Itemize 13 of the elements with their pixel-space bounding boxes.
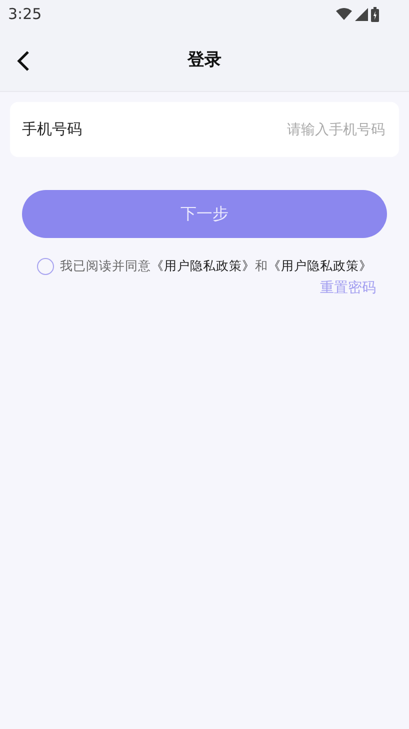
phone-field[interactable]: 手机号码 请输入手机号码 [10,102,399,157]
wifi-icon [336,8,352,20]
status-time: 3:25 [8,5,42,23]
agree-checkbox[interactable] [37,258,54,275]
page-title: 登录 [188,49,222,71]
agreement-text: 我已阅读并同意《用户隐私政策》和《用户隐私政策》 [60,258,372,275]
battery-icon [371,6,379,22]
back-icon [16,50,30,72]
signal-icon [355,8,368,20]
phone-label: 手机号码 [22,120,82,139]
privacy-policy-link[interactable]: 《用户隐私政策》 [151,258,255,273]
privacy-policy-link[interactable]: 《用户隐私政策》 [268,258,372,273]
phone-input[interactable]: 请输入手机号码 [82,120,387,138]
